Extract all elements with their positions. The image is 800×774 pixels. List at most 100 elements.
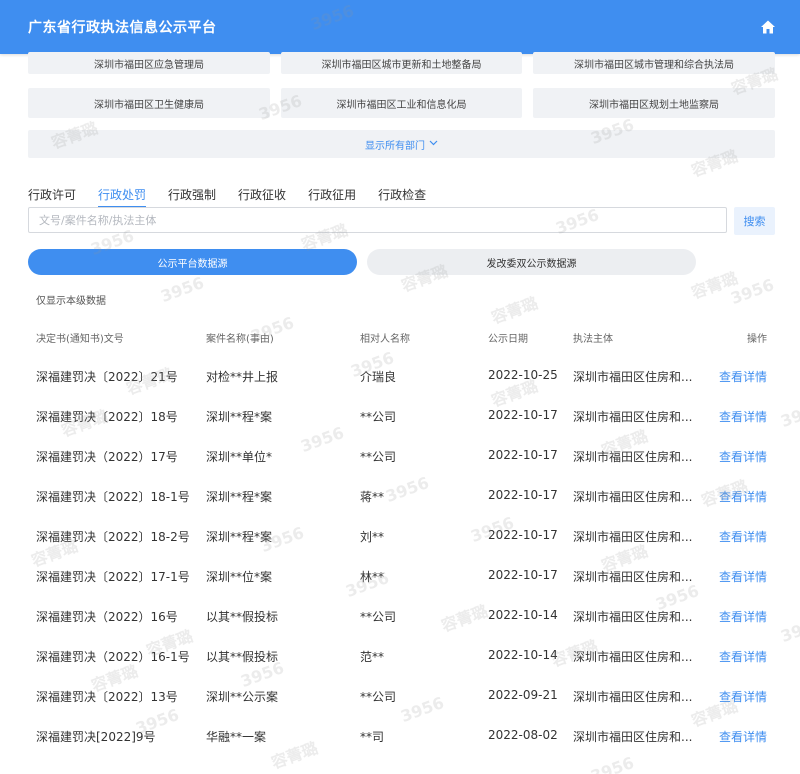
publish-date-cell: 2022-10-14 (488, 648, 558, 662)
table-row: 深福建罚决（2022）17号 深圳**单位* **公司 2022-10-17 深圳市福田… (28, 436, 775, 476)
doc-number-cell: 深福建罚决〔2022〕17-1号 (36, 570, 190, 584)
case-name-cell: 深圳**程*案 (206, 530, 273, 544)
enforcement-body-cell: 深圳市福田区住房和... (573, 610, 693, 624)
view-details-link[interactable]: 查看详情 (704, 488, 767, 505)
department-button[interactable]: 深圳市福田区工业和信息化局 (281, 88, 522, 118)
doc-number-cell: 深福建罚决〔2022〕18号 (36, 410, 178, 424)
publish-date-cell: 2022-10-17 (488, 528, 558, 542)
view-details-link[interactable]: 查看详情 (704, 448, 767, 465)
department-button[interactable]: 深圳市福田区卫生健康局 (28, 88, 270, 118)
table-row: 深福建罚决〔2022〕21号 对检**井上报 介瑞良 2022-10-25 深圳市福田区… (28, 356, 775, 396)
column-header-enforcement-body: 执法主体 (573, 334, 613, 345)
party-name-cell: 范** (360, 650, 385, 664)
publish-date-cell: 2022-09-21 (488, 688, 558, 702)
table-row: 深福建罚决〔2022〕13号 深圳**公示案 **公司 2022-09-21 深圳市福田… (28, 676, 775, 716)
tab-administrative-requisition[interactable]: 行政征用 (308, 186, 356, 206)
view-details-link[interactable]: 查看详情 (704, 528, 767, 545)
column-header-party-name: 相对人名称 (360, 334, 410, 345)
column-header-case-name: 案件名称(事由) (206, 334, 274, 345)
case-name-cell: 深圳**程*案 (206, 410, 273, 424)
publish-date-cell: 2022-10-17 (488, 568, 558, 582)
case-name-cell: 深圳**程*案 (206, 490, 273, 504)
view-details-link[interactable]: 查看详情 (704, 688, 767, 705)
view-details-link[interactable]: 查看详情 (704, 608, 767, 625)
watermark-text: 容菁璐 (688, 268, 741, 303)
watermark-text: 3956 (728, 274, 777, 309)
enforcement-body-cell: 深圳市福田区住房和... (573, 730, 693, 744)
search-input[interactable] (28, 207, 727, 233)
enforcement-body-cell: 深圳市福田区住房和... (573, 570, 693, 584)
enforcement-body-cell: 深圳市福田区住房和... (573, 690, 693, 704)
publish-date-cell: 2022-10-17 (488, 488, 558, 502)
show-all-departments-button[interactable]: 显示所有部门 (28, 130, 775, 158)
party-name-cell: 蒋** (360, 490, 385, 504)
department-row: 深圳市福田区应急管理局 深圳市福田区城市更新和土地整备局 深圳市福田区城市管理和… (28, 52, 775, 88)
tab-administrative-enforcement[interactable]: 行政强制 (168, 186, 216, 206)
doc-number-cell: 深福建罚决（2022）16号 (36, 610, 178, 624)
tab-administrative-penalty[interactable]: 行政处罚 (98, 186, 147, 208)
view-details-link[interactable]: 查看详情 (704, 728, 767, 745)
source-ndrc-button[interactable]: 发改委双公示数据源 (367, 249, 696, 275)
tab-administrative-levy[interactable]: 行政征收 (238, 186, 286, 206)
watermark-text: 3956 (778, 397, 800, 432)
doc-number-cell: 深福建罚决[2022]9号 (36, 730, 156, 744)
table-row: 深福建罚决〔2022〕17-1号 深圳**位*案 林** 2022-10-17 深圳市福… (28, 556, 775, 596)
filter-note: 仅显示本级数据 (36, 296, 106, 307)
tab-administrative-license[interactable]: 行政许可 (28, 186, 76, 206)
party-name-cell: 林** (360, 570, 385, 584)
table-row: 深福建罚决〔2022〕18号 深圳**程*案 **公司 2022-10-17 深圳市福田… (28, 396, 775, 436)
doc-number-cell: 深福建罚决（2022）17号 (36, 450, 178, 464)
party-name-cell: **公司 (360, 690, 397, 704)
table-body: 深福建罚决〔2022〕21号 对检**井上报 介瑞良 2022-10-25 深圳市福田区… (28, 356, 775, 756)
department-button[interactable]: 深圳市福田区城市管理和综合执法局 (533, 52, 775, 74)
department-button[interactable]: 深圳市福田区城市更新和土地整备局 (281, 52, 522, 74)
case-name-cell: 深圳**公示案 (206, 690, 279, 704)
case-name-cell: 对检**井上报 (206, 370, 279, 384)
chevron-down-icon (429, 139, 438, 149)
party-name-cell: 介瑞良 (360, 370, 397, 384)
case-name-cell: 深圳**单位* (206, 450, 273, 464)
view-details-link[interactable]: 查看详情 (704, 568, 767, 585)
enforcement-body-cell: 深圳市福田区住房和... (573, 490, 693, 504)
party-name-cell: **公司 (360, 410, 397, 424)
watermark-text: 3956 (588, 752, 637, 774)
view-details-link[interactable]: 查看详情 (704, 408, 767, 425)
department-button[interactable]: 深圳市福田区规划土地监察局 (533, 88, 775, 118)
case-name-cell: 华融**一案 (206, 730, 267, 744)
table-row: 深福建罚决（2022）16号 以其**假投标 **公司 2022-10-14 深圳市福田… (28, 596, 775, 636)
table-row: 深福建罚决[2022]9号 华融**一案 **司 2022-08-02 深圳市福田区住房… (28, 716, 775, 756)
watermark-text: 3956 (778, 612, 800, 647)
home-icon[interactable] (760, 19, 776, 35)
doc-number-cell: 深福建罚决〔2022〕18-1号 (36, 490, 190, 504)
tab-administrative-inspection[interactable]: 行政检查 (378, 186, 426, 206)
page-title: 广东省行政执法信息公示平台 (28, 20, 217, 36)
column-header-doc-number: 决定书(通知书)文号 (36, 334, 124, 345)
publish-date-cell: 2022-10-14 (488, 608, 558, 622)
case-name-cell: 深圳**位*案 (206, 570, 273, 584)
party-name-cell: **司 (360, 730, 385, 744)
doc-number-cell: 深福建罚决〔2022〕18-2号 (36, 530, 190, 544)
doc-number-cell: 深福建罚决〔2022〕13号 (36, 690, 178, 704)
enforcement-body-cell: 深圳市福田区住房和... (573, 370, 693, 384)
show-all-label: 显示所有部门 (365, 140, 425, 152)
department-row: 深圳市福田区卫生健康局 深圳市福田区工业和信息化局 深圳市福田区规划土地监察局 (28, 88, 775, 124)
doc-number-cell: 深福建罚决（2022）16-1号 (36, 650, 190, 664)
enforcement-body-cell: 深圳市福田区住房和... (573, 450, 693, 464)
view-details-link[interactable]: 查看详情 (704, 648, 767, 665)
department-grid: 深圳市福田区应急管理局 深圳市福田区城市更新和土地整备局 深圳市福田区城市管理和… (28, 52, 775, 118)
department-button[interactable]: 深圳市福田区应急管理局 (28, 52, 270, 74)
search-button[interactable]: 搜索 (734, 207, 775, 235)
case-name-cell: 以其**假投标 (206, 650, 279, 664)
enforcement-body-cell: 深圳市福田区住房和... (573, 530, 693, 544)
source-platform-button[interactable]: 公示平台数据源 (28, 249, 357, 275)
column-header-publish-date: 公示日期 (488, 334, 528, 345)
publish-date-cell: 2022-08-02 (488, 728, 558, 742)
party-name-cell: **公司 (360, 450, 397, 464)
watermark-text: 3956 (158, 272, 207, 307)
category-tabs: 行政许可 行政处罚 行政强制 行政征收 行政征用 行政检查 (28, 186, 448, 208)
view-details-link[interactable]: 查看详情 (704, 368, 767, 385)
case-name-cell: 以其**假投标 (206, 610, 279, 624)
publish-date-cell: 2022-10-25 (488, 368, 558, 382)
column-header-action: 操作 (747, 334, 767, 345)
app-header: 广东省行政执法信息公示平台 (0, 0, 800, 54)
